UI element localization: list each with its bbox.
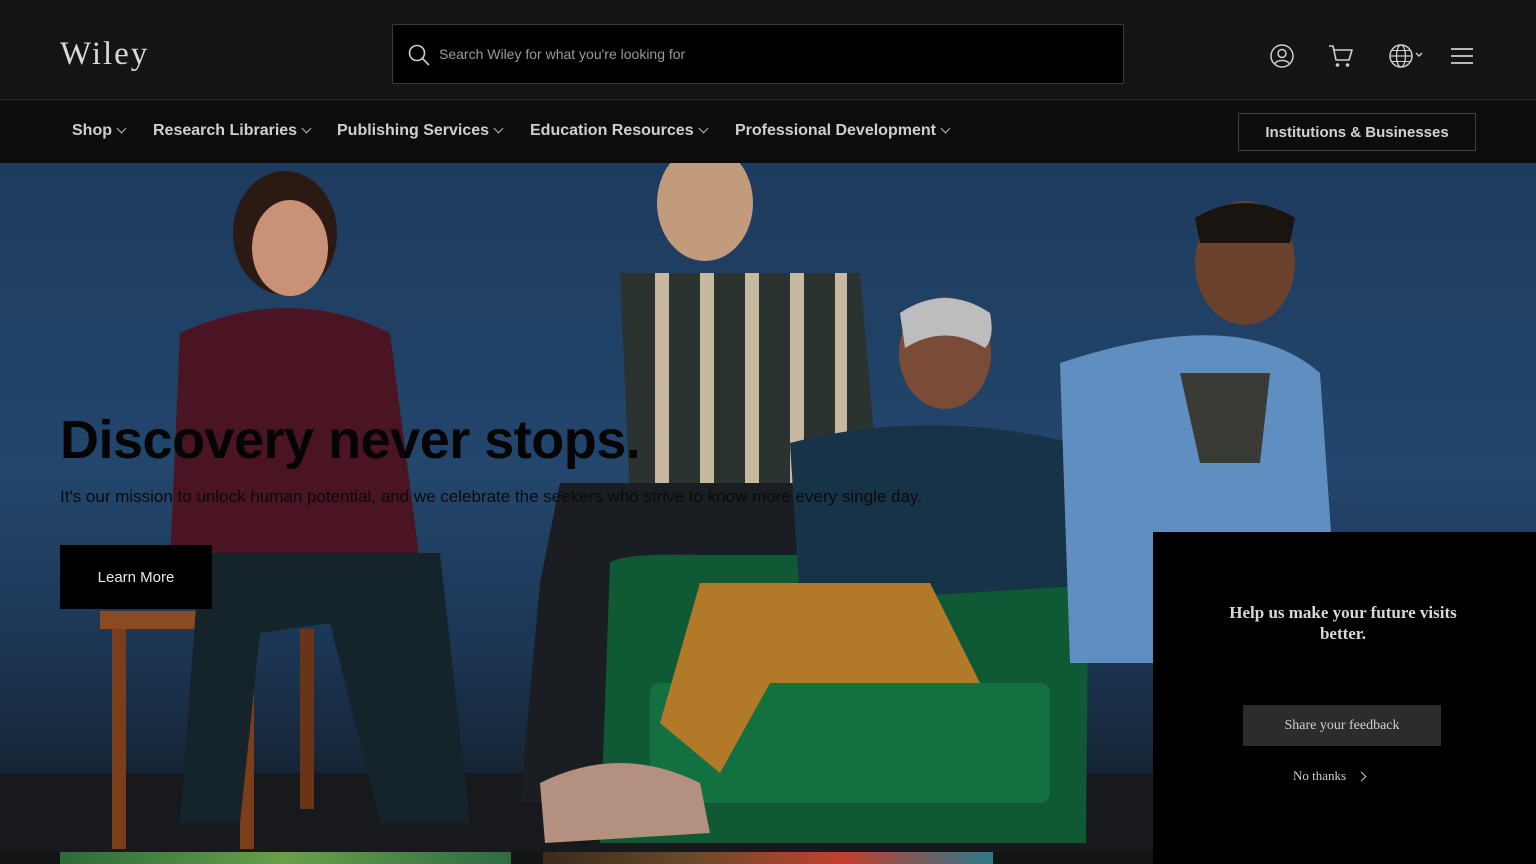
chevron-down-icon <box>940 123 951 134</box>
nav-item-label: Education Resources <box>530 122 694 139</box>
no-thanks-link[interactable]: No thanks <box>1293 768 1367 784</box>
nav-item-professional-development[interactable]: Professional Development <box>735 122 951 140</box>
chevron-right-icon <box>1356 771 1367 782</box>
share-feedback-button[interactable]: Share your feedback <box>1243 705 1441 746</box>
nav-item-label: Shop <box>72 122 112 139</box>
nav-item-education-resources[interactable]: Education Resources <box>530 122 709 140</box>
nav-item-label: Professional Development <box>735 122 936 139</box>
search-bar[interactable] <box>392 24 1124 84</box>
institutions-businesses-button[interactable]: Institutions & Businesses <box>1238 113 1476 151</box>
nav-item-shop[interactable]: Shop <box>72 122 127 140</box>
wiley-logo[interactable]: Wiley <box>60 36 149 73</box>
feedback-title: Help us make your future visits better. <box>1229 603 1457 643</box>
search-input[interactable] <box>439 25 1099 83</box>
main-nav: Shop Research Libraries Publishing Servi… <box>0 101 1536 163</box>
nav-item-label: Research Libraries <box>153 122 298 139</box>
menu-icon[interactable] <box>1450 43 1474 69</box>
site-header: Wiley <box>0 0 1536 100</box>
feedback-panel: Help us make your future visits better. … <box>1153 532 1536 864</box>
card-preview[interactable] <box>543 852 993 864</box>
chevron-down-icon <box>301 123 312 134</box>
chevron-down-icon <box>698 123 709 134</box>
card-preview[interactable] <box>60 852 511 864</box>
account-icon[interactable] <box>1269 43 1295 69</box>
globe-icon[interactable] <box>1389 43 1425 69</box>
cart-icon[interactable] <box>1328 43 1354 69</box>
chevron-down-icon <box>493 123 504 134</box>
nav-item-publishing-services[interactable]: Publishing Services <box>337 122 504 140</box>
nav-item-research-libraries[interactable]: Research Libraries <box>153 122 312 140</box>
nav-item-label: Publishing Services <box>337 122 490 139</box>
chevron-down-icon <box>116 123 127 134</box>
learn-more-button[interactable]: Learn More <box>60 545 212 609</box>
no-thanks-label: No thanks <box>1293 768 1347 783</box>
search-icon[interactable] <box>407 43 431 67</box>
hero-title: Discovery never stops. <box>60 410 641 470</box>
hero-subtitle: It's our mission to unlock human potenti… <box>60 487 922 506</box>
